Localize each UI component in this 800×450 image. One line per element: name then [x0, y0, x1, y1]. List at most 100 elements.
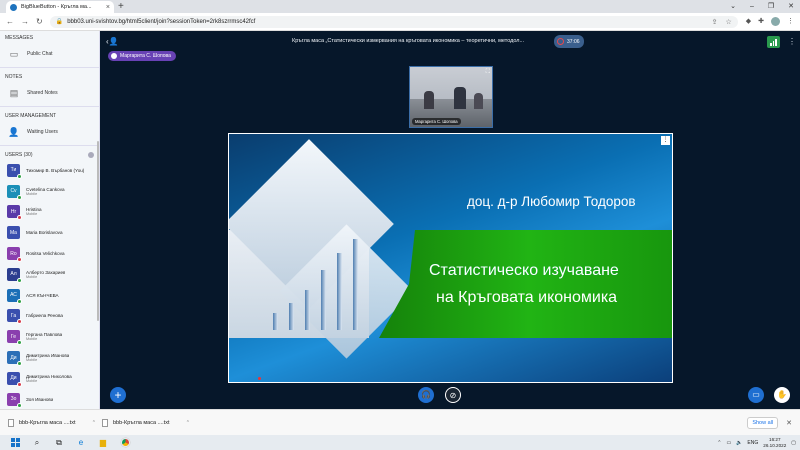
shared-notes-item[interactable]: ▤ Shared Notes — [0, 82, 99, 104]
network-icon[interactable]: ▭ — [726, 440, 731, 446]
presentation-options-icon[interactable]: ⋮ — [661, 136, 670, 145]
chat-icon: ▭ — [9, 49, 19, 59]
reload-button[interactable]: ↻ — [36, 17, 43, 26]
extension-icon[interactable]: ◆ — [746, 17, 751, 26]
notifications-icon[interactable]: ▢ — [791, 440, 796, 446]
user-list-item[interactable]: АС АСЯ КЪНЧЕВА — [0, 285, 99, 306]
forward-button[interactable]: → — [21, 17, 29, 26]
browser-tab[interactable]: BigBlueButton - Кръгла ма... × — [6, 1, 114, 13]
mic-status-icon — [17, 319, 22, 325]
raise-hand-button[interactable]: ✋ — [774, 387, 790, 403]
avatar-initials: Hr — [10, 208, 17, 215]
mic-status-icon — [17, 277, 22, 283]
avatar: Ma — [7, 226, 20, 240]
user-device: Mobile — [26, 274, 38, 279]
bookmark-star-icon[interactable]: ☆ — [725, 18, 731, 26]
close-download-bar-icon[interactable]: ✕ — [786, 419, 792, 427]
user-list-item[interactable]: Ди Димитрина Николова Mobile — [0, 368, 99, 389]
file-icon — [8, 418, 14, 427]
avatar-initials: Ал — [10, 271, 17, 278]
file-explorer-icon[interactable]: ▆ — [92, 435, 114, 450]
user-text: АСЯ КЪНЧЕВА — [26, 293, 59, 298]
download-item[interactable]: bbb-Кръгла маса ....txt ⌃ — [8, 418, 96, 427]
slide-chart-bar — [321, 270, 326, 330]
chevron-up-icon[interactable]: ⌃ — [92, 420, 96, 426]
user-text: Cvetelina Cankova Mobile — [26, 187, 65, 196]
avatar: Ди — [7, 351, 22, 367]
windows-start-button[interactable] — [4, 435, 26, 450]
user-list-item[interactable]: Ал Алберто Захариев Mobile — [0, 264, 99, 285]
address-bar[interactable]: 🔒 bbb03.uni-svishtov.bg/html5client/join… — [49, 15, 738, 28]
avatar: Ди — [7, 371, 22, 387]
connection-status-icon[interactable] — [767, 36, 780, 48]
bbb-favicon-icon — [10, 3, 17, 11]
task-view-icon[interactable]: ⧉ — [48, 435, 70, 450]
avatar-initials: Ди — [10, 375, 17, 382]
screenshare-button[interactable]: ▭ — [748, 387, 764, 403]
minimize-button[interactable]: – — [750, 0, 754, 13]
search-icon[interactable]: ⌕ — [26, 435, 48, 450]
profile-avatar[interactable] — [771, 17, 780, 26]
webcam-video[interactable]: ⛶ Маргарита С. Шопова — [409, 66, 493, 128]
webcam-person — [474, 93, 483, 109]
user-list-item[interactable]: Га Габриела Ренова — [0, 306, 99, 327]
menu-kebab-icon[interactable]: ⋮ — [787, 17, 794, 26]
presenter-cursor — [258, 377, 261, 380]
recording-indicator[interactable]: 37:06 — [554, 35, 584, 48]
extensions-puzzle-icon[interactable]: ✚ — [758, 17, 764, 26]
download-filename: bbb-Кръгла маса ....txt — [113, 419, 170, 426]
user-list-item[interactable]: Hr Hristina Mobile — [0, 202, 99, 223]
user-text: Димитрина Иванова Mobile — [26, 353, 69, 362]
browser-tabstrip: BigBlueButton - Кръгла ма... × + ⌄ – ❐ ✕ — [0, 0, 800, 13]
share-icon[interactable]: ⇪ — [712, 18, 718, 26]
public-chat-label: Public Chat — [27, 51, 53, 57]
chrome-taskbar-icon[interactable] — [114, 435, 136, 450]
edge-icon[interactable]: e — [70, 435, 92, 450]
user-list-item[interactable]: Ди Димитрина Иванова Mobile — [0, 347, 99, 368]
close-tab-icon[interactable]: × — [106, 4, 110, 11]
address-url[interactable]: bbb03.uni-svishtov.bg/html5client/join?s… — [67, 19, 703, 25]
new-tab-button[interactable]: + — [118, 0, 124, 13]
camera-off-button[interactable]: ⊘ — [445, 387, 461, 403]
talking-indicator[interactable]: Маргарита С. Шопова — [108, 51, 176, 61]
maximize-button[interactable]: ❐ — [768, 0, 774, 13]
back-button[interactable]: ← — [6, 17, 14, 26]
divider — [0, 145, 99, 146]
user-name: Cvetelina Cankova — [26, 186, 65, 192]
user-list-item[interactable]: Зо Зоя Иванова — [0, 389, 99, 409]
user-list-item[interactable]: Ro Rositsa Velichkova — [0, 243, 99, 264]
avatar-initials: АС — [10, 292, 17, 299]
user-list-item[interactable]: Ге Гергана Павлова Mobile — [0, 326, 99, 347]
public-chat-item[interactable]: ▭ Public Chat — [0, 43, 99, 65]
gear-icon[interactable] — [88, 152, 94, 158]
chevron-up-icon[interactable]: ⌃ — [186, 420, 190, 426]
user-list-item[interactable]: Cv Cvetelina Cankova Mobile — [0, 181, 99, 202]
avatar: Ти — [7, 163, 22, 179]
slide-bar-chart-graphic — [259, 234, 369, 330]
fullscreen-icon[interactable]: ⛶ — [486, 69, 490, 76]
options-menu-icon[interactable]: ⋮ — [788, 37, 796, 46]
chevron-down-icon[interactable]: ⌄ — [730, 0, 736, 13]
toggle-userlist-icon[interactable]: ‹👤 — [106, 37, 119, 46]
user-list-item[interactable]: Ma Maria Borislavova — [0, 222, 99, 243]
avatar-initials: Ди — [10, 354, 17, 361]
user-list-scrollbar[interactable] — [97, 141, 99, 321]
avatar-initials: Ге — [10, 333, 17, 340]
volume-icon[interactable]: 🔈 — [736, 440, 742, 446]
avatar: Cv — [7, 184, 22, 200]
clock[interactable]: 16:27 26.10.2022 — [763, 437, 786, 448]
language-indicator[interactable]: ENG — [747, 440, 758, 446]
tray-chevron-icon[interactable]: ⌃ — [717, 440, 721, 446]
waiting-users-item[interactable]: 👤 Waiting Users — [0, 121, 99, 143]
download-item[interactable]: bbb-Кръгла маса ....txt ⌃ — [102, 418, 190, 427]
headphones-audio-button[interactable]: 🎧 — [418, 387, 434, 403]
user-text: Алберто Захариев Mobile — [26, 270, 65, 279]
user-name: Maria Borislavova — [26, 230, 63, 236]
actions-plus-button[interactable]: + — [110, 387, 126, 403]
download-bar: bbb-Кръгла маса ....txt ⌃ bbb-Кръгла мас… — [0, 409, 800, 435]
user-list-item[interactable]: Ти Тихомир В. Върбанов (You) — [0, 160, 99, 181]
show-all-button[interactable]: Show all — [747, 416, 779, 429]
mic-status-icon — [17, 173, 22, 179]
user-text: Зоя Иванова — [26, 397, 53, 402]
close-window-button[interactable]: ✕ — [788, 0, 794, 13]
